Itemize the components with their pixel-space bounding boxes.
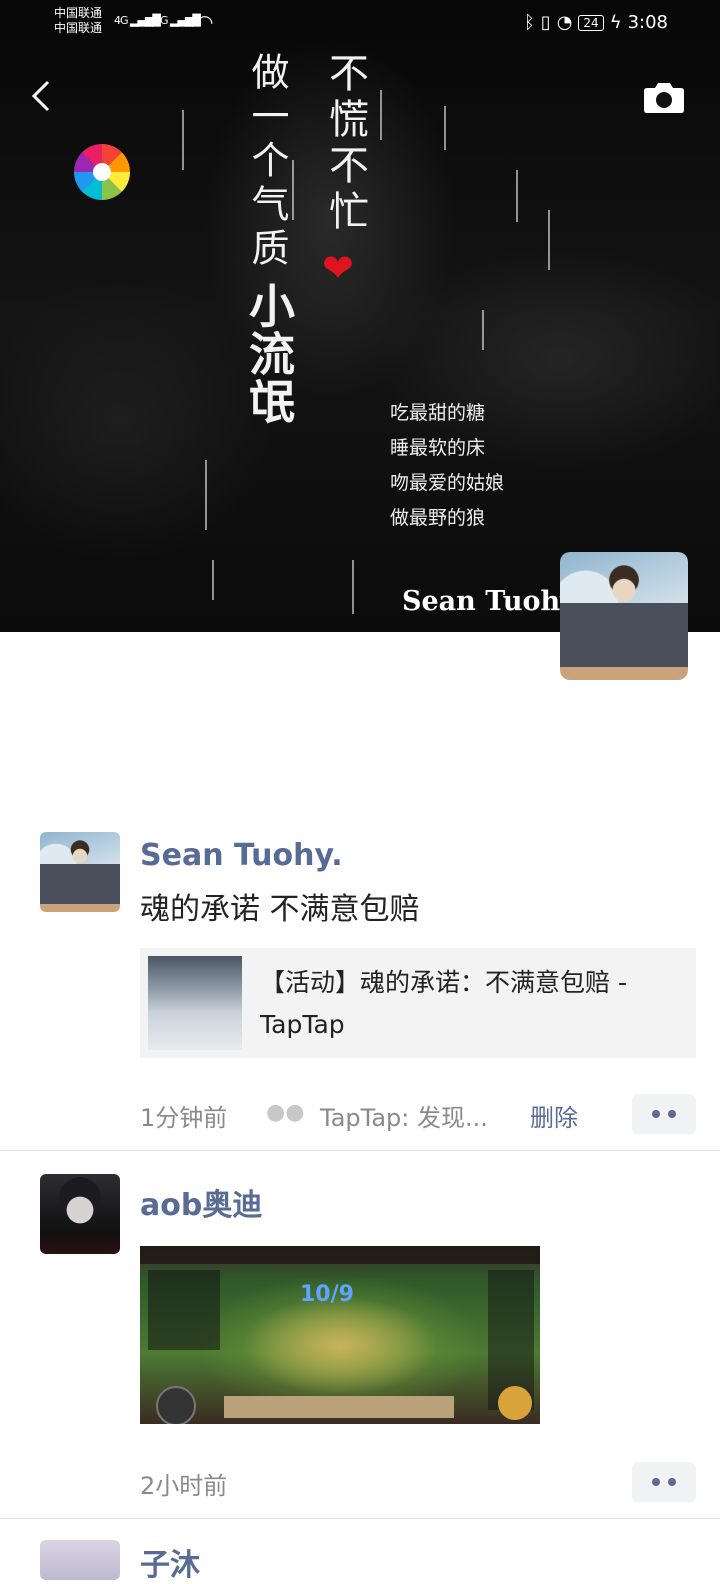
group-visibility-icon: ●●	[266, 1100, 305, 1125]
poem-line: 睡最软的床	[390, 437, 486, 459]
bluetooth-icon: ᛒ	[523, 12, 535, 33]
more-dot	[652, 1478, 660, 1486]
post-image[interactable]: 10/9	[140, 1246, 540, 1424]
heart-icon: ❤	[322, 246, 354, 290]
carrier-1: 中国联通	[54, 6, 103, 20]
aperture-icon	[74, 144, 130, 200]
more-dot	[668, 1110, 676, 1118]
speed-icon: ◔	[556, 12, 573, 33]
rain-streak	[548, 210, 550, 270]
signal-icon: 4G ▂▄▆█	[114, 14, 161, 27]
poem-line: 吃最甜的糖	[390, 402, 486, 424]
post-text: 魂的承诺 不满意包赔	[140, 892, 420, 927]
more-dot	[652, 1110, 660, 1118]
charging-icon: ϟ	[609, 12, 622, 33]
network-type-1: 4G	[114, 14, 128, 27]
post-time: 2小时前	[140, 1472, 228, 1500]
network-type-2: 4G	[154, 14, 168, 27]
game-button	[156, 1386, 196, 1424]
poster-text-2: 做一个气质	[245, 52, 289, 272]
more-options-button[interactable]	[632, 1462, 696, 1502]
poster-text-1: 不慌不忙	[322, 52, 368, 236]
carrier-label: 中国联通 中国联通	[54, 6, 102, 36]
post-author[interactable]: aob奥迪	[140, 1180, 262, 1224]
rain-streak	[444, 106, 446, 150]
post-author[interactable]: 子沐	[140, 1540, 200, 1584]
wifi-icon: ◠	[196, 10, 213, 34]
game-coin	[498, 1386, 532, 1420]
camera-icon[interactable]	[643, 80, 685, 114]
profile-avatar[interactable]	[560, 552, 688, 680]
rain-streak	[205, 460, 207, 530]
game-top-bar	[140, 1246, 540, 1264]
rain-streak	[516, 170, 518, 222]
post-avatar[interactable]	[40, 1174, 120, 1254]
signal-icon: 4G ▂▄▆█	[154, 14, 201, 27]
delete-link[interactable]: 删除	[530, 1098, 578, 1133]
link-thumbnail	[148, 956, 242, 1050]
rain-streak	[352, 560, 354, 614]
cover-profile-name: Sean Tuohy.	[402, 586, 583, 617]
post-source[interactable]: TapTap: 发现...	[320, 1098, 488, 1133]
rain-streak	[482, 310, 484, 350]
link-card[interactable]: 【活动】魂的承诺：不满意包赔 - TapTap	[140, 948, 696, 1058]
game-left-panel	[148, 1270, 220, 1350]
vibrate-icon: ▯	[540, 12, 551, 33]
poem-block: 吃最甜的糖 睡最软的床 吻最爱的姑娘 做最野的狼	[390, 396, 504, 536]
post-author[interactable]: Sean Tuohy.	[140, 838, 343, 873]
more-options-button[interactable]	[632, 1094, 696, 1134]
rain-streak	[380, 90, 382, 140]
post-avatar[interactable]	[40, 1540, 120, 1580]
post-time: 1分钟前	[140, 1104, 228, 1132]
poem-line: 吻最爱的姑娘	[390, 472, 505, 494]
clock: 3:08	[627, 12, 668, 33]
battery-icon: 24	[578, 14, 604, 31]
link-title: 【活动】魂的承诺：不满意包赔 - TapTap	[260, 968, 627, 1039]
more-dot	[668, 1478, 676, 1486]
carrier-2: 中国联通	[54, 21, 103, 35]
post-avatar[interactable]	[40, 832, 120, 912]
poster-text-3: 小流氓	[242, 282, 296, 426]
cover-image[interactable]: 不慌不忙 做一个气质 小流氓 ❤ 吃最甜的糖 睡最软的床 吻最爱的姑娘 做最野的…	[0, 0, 720, 632]
game-bench	[224, 1396, 454, 1418]
back-arrow-icon[interactable]	[28, 80, 60, 112]
status-bar: 中国联通 中国联通 4G ▂▄▆█ 4G ▂▄▆█ ◠ ᛒ ▯ ◔ 24 ϟ 3…	[0, 0, 720, 48]
poem-line: 做最野的狼	[390, 507, 486, 529]
post-divider	[0, 1150, 720, 1151]
rain-streak	[212, 560, 214, 600]
game-score: 10/9	[300, 1282, 354, 1307]
post-divider	[0, 1518, 720, 1519]
status-right: ᛒ ▯ ◔ 24 ϟ 3:08	[524, 12, 668, 33]
rain-streak	[182, 110, 184, 170]
